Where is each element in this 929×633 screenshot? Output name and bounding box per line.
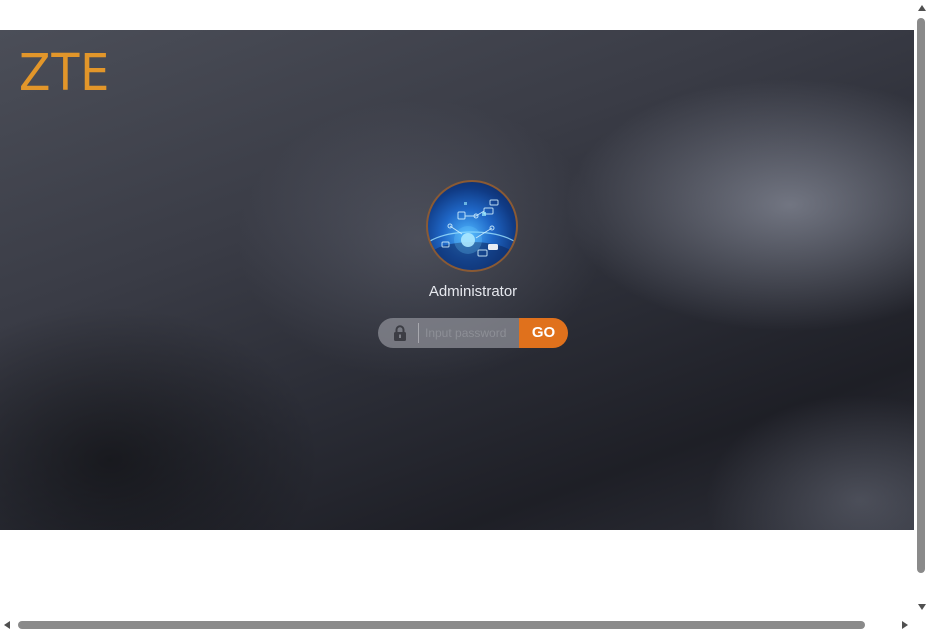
- zte-logo: ZTE: [19, 44, 111, 103]
- login-form: GO: [378, 318, 568, 348]
- go-button[interactable]: GO: [519, 318, 568, 348]
- arrow-up-icon[interactable]: [918, 5, 926, 11]
- network-globe-avatar-icon: [426, 180, 518, 272]
- password-input[interactable]: [418, 323, 523, 343]
- browser-viewport: ZTE Administrator GO: [0, 0, 929, 633]
- username-label: Administrator: [428, 283, 518, 300]
- arrow-down-icon[interactable]: [918, 604, 926, 610]
- avatar-graphic: [428, 199, 516, 270]
- arrow-right-icon[interactable]: [902, 621, 908, 629]
- horizontal-scroll-thumb[interactable]: [18, 621, 865, 629]
- vertical-scrollbar[interactable]: [914, 0, 929, 617]
- horizontal-scrollbar[interactable]: [0, 617, 914, 633]
- arrow-left-icon[interactable]: [4, 621, 10, 629]
- lock-icon: [393, 325, 407, 341]
- password-field-container: [378, 318, 523, 348]
- vertical-scroll-thumb[interactable]: [917, 18, 925, 573]
- login-background: ZTE Administrator GO: [0, 30, 914, 530]
- scrollbar-corner: [914, 617, 929, 633]
